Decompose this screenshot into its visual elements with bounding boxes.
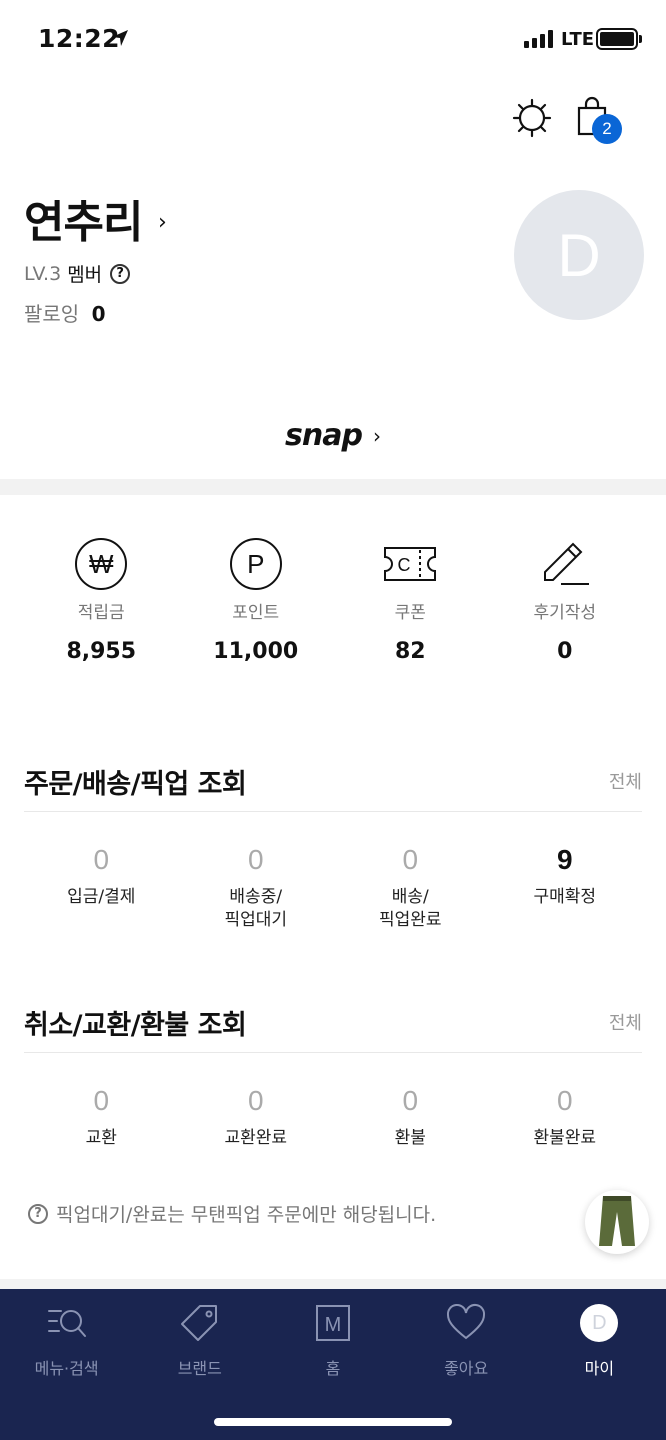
- stat-count: 9: [556, 844, 573, 875]
- benefit-label: 포인트: [232, 603, 280, 623]
- home-indicator: [214, 1418, 452, 1426]
- help-icon[interactable]: ?: [110, 263, 131, 284]
- order-stat[interactable]: 0 배송중/ 픽업대기: [179, 844, 334, 932]
- settings-icon[interactable]: [512, 98, 552, 138]
- section-divider: [0, 479, 666, 495]
- returns-stats: 0 교환 0 교환완료 0 환불 0 환불완료: [24, 1085, 642, 1150]
- battery-icon: [596, 28, 638, 50]
- menu-search-icon: [47, 1310, 86, 1337]
- following-label: 팔로잉: [24, 302, 80, 326]
- status-bar: 12:22 LTE: [0, 0, 666, 80]
- return-stat[interactable]: 0 교환완료: [179, 1085, 334, 1150]
- note-text: 픽업대기/완료는 무탠픽업 주문에만 해당됩니다.: [56, 1204, 437, 1226]
- profile-section: 연추리 › LV.3 멤버 ? 팔로잉 0 D: [24, 186, 644, 336]
- coupon-icon: C: [384, 547, 437, 581]
- network-label: LTE: [561, 29, 595, 50]
- return-stat[interactable]: 0 환불: [333, 1085, 488, 1150]
- snap-logo: snap: [284, 418, 363, 453]
- stat-count: 0: [247, 1085, 264, 1116]
- stat-count: 0: [556, 1085, 573, 1116]
- section-divider: [0, 1279, 666, 1289]
- stat-label: 입금/결제: [67, 887, 136, 907]
- tab-menu-search[interactable]: 메뉴·검색: [0, 1289, 133, 1440]
- stat-label: 환불: [394, 1128, 426, 1148]
- header-actions: 2: [512, 94, 642, 144]
- benefit-value: 0: [557, 639, 573, 664]
- section-title: 주문/배송/픽업 조회: [24, 769, 247, 800]
- stat-count: 0: [93, 1085, 110, 1116]
- chevron-right-icon[interactable]: ›: [158, 210, 167, 235]
- following-count: 0: [91, 302, 106, 326]
- avatar-icon: D: [577, 1303, 621, 1343]
- following-row[interactable]: 팔로잉 0: [24, 298, 105, 327]
- tab-label: 좋아요: [444, 1359, 489, 1378]
- orders-stats: 0 입금/결제 0 배송중/ 픽업대기 0 배송/ 픽업완료 9 구매확정: [24, 844, 642, 932]
- stat-count: 0: [93, 844, 110, 875]
- stat-label: 환불완료: [533, 1128, 597, 1148]
- benefit-value: 82: [394, 639, 426, 664]
- returns-header: 취소/교환/환불 조회 전체: [24, 1003, 642, 1053]
- pickup-note: ? 픽업대기/완료는 무탠픽업 주문에만 해당됩니다.: [26, 1200, 436, 1227]
- tab-my[interactable]: D 마이: [533, 1289, 666, 1440]
- tab-label: 브랜드: [177, 1359, 222, 1378]
- return-stat[interactable]: 0 환불완료: [488, 1085, 643, 1150]
- snap-link[interactable]: snap ›: [0, 418, 666, 453]
- tab-avatar: D: [580, 1304, 619, 1342]
- help-icon: ?: [28, 1203, 48, 1224]
- member-level-row: LV.3 멤버 ?: [24, 260, 131, 287]
- location-arrow-icon: [112, 30, 128, 46]
- view-all-link[interactable]: 전체: [609, 768, 642, 794]
- member-label: 멤버: [67, 264, 103, 286]
- stat-label: 구매확정: [533, 887, 597, 907]
- stat-count: 0: [402, 844, 419, 875]
- return-stat[interactable]: 0 교환: [24, 1085, 179, 1150]
- orders-section: 주문/배송/픽업 조회 전체 0 입금/결제 0 배송중/ 픽업대기 0 배송/…: [24, 762, 642, 932]
- svg-text:C: C: [398, 555, 411, 575]
- tab-label: 마이: [584, 1359, 615, 1378]
- tag-icon: [180, 1305, 217, 1341]
- user-name[interactable]: 연추리: [24, 186, 143, 250]
- point-icon: P: [228, 536, 284, 592]
- benefit-value: 11,000: [213, 639, 299, 664]
- stat-label: 배송/ 픽업완료: [378, 887, 442, 930]
- heart-icon: [447, 1304, 486, 1340]
- stat-count: 0: [402, 1085, 419, 1116]
- tab-label: 홈: [325, 1359, 341, 1378]
- battery-tip: [639, 35, 642, 43]
- svg-text:M: M: [325, 1314, 342, 1336]
- avatar[interactable]: D: [514, 190, 644, 320]
- signal-icon: [524, 30, 553, 48]
- benefit-point[interactable]: P 포인트 11,000: [179, 536, 334, 664]
- benefit-label: 후기작성: [533, 603, 597, 623]
- stat-label: 배송중/ 픽업대기: [224, 887, 288, 930]
- stat-count: 0: [247, 844, 264, 875]
- orders-header: 주문/배송/픽업 조회 전체: [24, 762, 642, 812]
- view-all-link[interactable]: 전체: [609, 1009, 642, 1035]
- benefit-coupon[interactable]: C 쿠폰 82: [333, 536, 488, 664]
- benefit-value: 8,955: [66, 639, 137, 664]
- home-m-icon: M: [315, 1305, 350, 1341]
- floating-product-thumbnail[interactable]: [585, 1190, 649, 1254]
- status-time: 12:22: [38, 24, 121, 53]
- section-title: 취소/교환/환불 조회: [24, 1010, 247, 1041]
- cart-count-badge: 2: [592, 114, 622, 144]
- order-stat[interactable]: 9 구매확정: [488, 844, 643, 932]
- member-level: LV.3: [24, 262, 62, 285]
- order-stat[interactable]: 0 입금/결제: [24, 844, 179, 932]
- won-icon: ₩: [73, 536, 129, 592]
- tab-label: 메뉴·검색: [34, 1359, 99, 1378]
- stat-label: 교환: [85, 1128, 117, 1148]
- chevron-right-icon: ›: [373, 424, 382, 448]
- benefit-review[interactable]: 후기작성 0: [488, 536, 643, 664]
- returns-section: 취소/교환/환불 조회 전체 0 교환 0 교환완료 0 환불 0 환불완료: [24, 1003, 642, 1150]
- benefit-reserve[interactable]: ₩ 적립금 8,955: [24, 536, 179, 664]
- benefits-row: ₩ 적립금 8,955 P 포인트 11,000 C 쿠폰 82 후기작성 0: [24, 536, 642, 664]
- stat-label: 교환완료: [224, 1128, 288, 1148]
- review-pen-icon: [543, 542, 589, 585]
- order-stat[interactable]: 0 배송/ 픽업완료: [333, 844, 488, 932]
- benefit-label: 쿠폰: [394, 603, 426, 623]
- pants-icon: [599, 1196, 635, 1246]
- benefit-label: 적립금: [77, 603, 125, 623]
